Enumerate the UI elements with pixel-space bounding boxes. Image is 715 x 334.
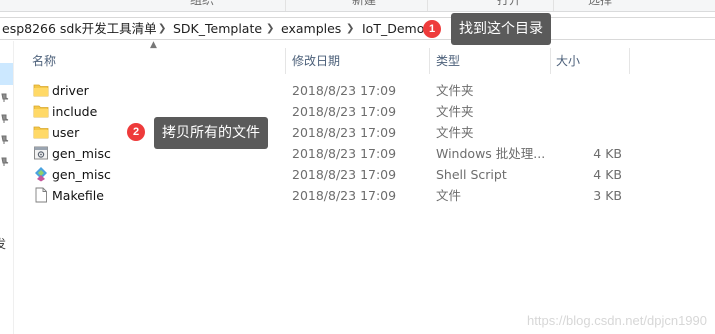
- ribbon-group-new[interactable]: 新建: [352, 0, 376, 8]
- file-name[interactable]: include: [52, 101, 97, 122]
- column-header-name[interactable]: 名称: [30, 50, 56, 72]
- file-name[interactable]: driver: [52, 80, 89, 101]
- file-modified-date: 2018/8/23 17:09: [292, 167, 397, 182]
- file-icon: [35, 187, 47, 203]
- ribbon-separator: [553, 0, 554, 11]
- file-type: 文件夹: [436, 125, 474, 140]
- file-size: [564, 101, 622, 122]
- breadcrumb-item-sdk-root[interactable]: esp8266 sdk开发工具清单: [2, 18, 157, 39]
- column-header-size[interactable]: 大小: [554, 50, 580, 72]
- folder-icon: [33, 126, 49, 139]
- chevron-right-icon[interactable]: ❯: [266, 18, 274, 39]
- ribbon-group-open[interactable]: 打开: [497, 0, 521, 8]
- pin-icon[interactable]: [0, 135, 10, 145]
- file-name[interactable]: gen_misc: [52, 143, 111, 164]
- column-divider[interactable]: [550, 48, 551, 74]
- file-type: Windows 批处理...: [436, 146, 546, 161]
- file-name[interactable]: gen_misc: [52, 164, 111, 185]
- column-header-type[interactable]: 类型: [434, 50, 460, 72]
- ribbon-group-select[interactable]: 选择: [588, 0, 612, 8]
- file-modified-date: 2018/8/23 17:09: [292, 83, 397, 98]
- file-type: 文件夹: [436, 83, 474, 98]
- file-row[interactable]: user 2018/8/23 17:09 文件夹: [24, 122, 634, 143]
- nav-selected-highlight[interactable]: [0, 63, 13, 85]
- nav-item-label-cutoff[interactable]: 发: [0, 235, 6, 252]
- file-name[interactable]: user: [52, 122, 79, 143]
- navigation-pane[interactable]: 发: [0, 41, 14, 334]
- shell-script-icon: [35, 167, 47, 182]
- watermark-url: https://blog.csdn.net/dpjcn1990: [527, 313, 707, 328]
- file-size: [564, 122, 622, 143]
- file-row[interactable]: include 2018/8/23 17:09 文件夹: [24, 101, 634, 122]
- file-type: 文件夹: [436, 104, 474, 119]
- file-size: [564, 80, 622, 101]
- annotation-callout-2: 拷贝所有的文件: [154, 117, 268, 149]
- file-size: 3 KB: [593, 188, 622, 203]
- file-type: 文件: [436, 188, 462, 203]
- column-divider[interactable]: [429, 48, 430, 74]
- file-row[interactable]: gen_misc 2018/8/23 17:09 Windows 批处理... …: [24, 143, 634, 164]
- chevron-right-icon[interactable]: ❯: [158, 18, 166, 39]
- ribbon-separator: [285, 0, 286, 11]
- ribbon-separator: [427, 0, 428, 11]
- file-type: Shell Script: [436, 167, 507, 182]
- column-divider[interactable]: [285, 48, 286, 74]
- column-divider[interactable]: [629, 48, 630, 74]
- batch-file-icon: [34, 146, 48, 160]
- pin-icon[interactable]: [0, 114, 10, 124]
- file-name[interactable]: Makefile: [52, 185, 104, 206]
- file-row[interactable]: driver 2018/8/23 17:09 文件夹: [24, 80, 634, 101]
- breadcrumb-item-examples[interactable]: examples: [281, 18, 341, 39]
- file-modified-date: 2018/8/23 17:09: [292, 104, 397, 119]
- annotation-badge-2: 2: [127, 123, 145, 141]
- sort-ascending-icon: ▲: [150, 40, 157, 50]
- pin-icon[interactable]: [0, 157, 10, 167]
- annotation-badge-1: 1: [423, 20, 441, 38]
- ribbon-strip: 组织 新建 打开 选择: [0, 0, 715, 12]
- annotation-callout-1: 找到这个目录: [451, 13, 551, 45]
- column-header-date[interactable]: 修改日期: [290, 50, 340, 72]
- folder-icon: [33, 105, 49, 118]
- file-size: 4 KB: [593, 146, 622, 161]
- file-modified-date: 2018/8/23 17:09: [292, 146, 397, 161]
- breadcrumb-item-iot-demo[interactable]: IoT_Demo: [362, 18, 424, 39]
- file-row[interactable]: gen_misc 2018/8/23 17:09 Shell Script 4 …: [24, 164, 634, 185]
- breadcrumb-item-sdk-template[interactable]: SDK_Template: [173, 18, 262, 39]
- file-size: 4 KB: [593, 167, 622, 182]
- pin-icon[interactable]: [0, 93, 10, 103]
- file-modified-date: 2018/8/23 17:09: [292, 125, 397, 140]
- file-modified-date: 2018/8/23 17:09: [292, 188, 397, 203]
- address-bar[interactable]: esp8266 sdk开发工具清单 ❯ SDK_Template ❯ examp…: [0, 17, 715, 40]
- ribbon-group-organize[interactable]: 组织: [190, 0, 214, 8]
- file-row[interactable]: Makefile 2018/8/23 17:09 文件 3 KB: [24, 185, 634, 206]
- chevron-right-icon[interactable]: ❯: [346, 18, 354, 39]
- folder-icon: [33, 84, 49, 97]
